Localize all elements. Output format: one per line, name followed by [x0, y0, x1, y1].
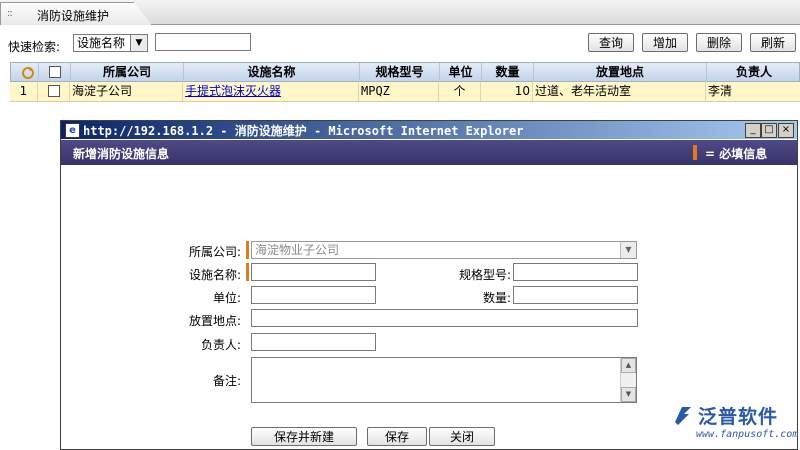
- col-quantity[interactable]: 数量: [482, 63, 534, 82]
- dialog-titlebar[interactable]: e http://192.168.1.2 - 消防设施维护 - Microsof…: [61, 121, 797, 139]
- company-select[interactable]: 海淀物业子公司 ▼: [251, 241, 637, 259]
- dialog-window-title: http://192.168.1.2 - 消防设施维护 - Microsoft …: [83, 124, 524, 138]
- dialog-header-title: 新增消防设施信息: [73, 147, 170, 161]
- maximize-icon[interactable]: □: [761, 123, 777, 138]
- location-input[interactable]: [251, 309, 638, 327]
- row-owner: 李清: [708, 84, 733, 98]
- required-legend: = 必填信息: [705, 147, 768, 161]
- dialog-header: 新增消防设施信息 = 必填信息: [61, 140, 797, 165]
- select-all-checkbox[interactable]: [48, 65, 61, 78]
- sort-icon-cell[interactable]: [11, 63, 39, 82]
- search-field-select[interactable]: 设施名称 ▼: [73, 34, 148, 52]
- tab-title: 消防设施维护: [37, 9, 110, 23]
- col-model[interactable]: 规格型号: [360, 63, 440, 82]
- col-location[interactable]: 放置地点: [534, 63, 707, 82]
- chevron-down-icon[interactable]: ▼: [620, 242, 636, 258]
- table-row[interactable]: 1 海淀子公司 手提式泡沫灭火器 MPQZ 个 10 过道、老年活动室 李清: [10, 82, 800, 102]
- tab-facility-maintenance[interactable]: :: 消防设施维护: [0, 2, 152, 25]
- company-label: 所属公司:: [188, 245, 241, 259]
- brand-logo-icon: [675, 407, 691, 425]
- row-checkbox[interactable]: [47, 84, 60, 97]
- refresh-sort-icon[interactable]: [21, 66, 35, 80]
- minimize-icon[interactable]: _: [745, 123, 761, 138]
- chevron-down-icon[interactable]: ▼: [130, 35, 147, 51]
- save-button[interactable]: 保存: [367, 427, 427, 446]
- facility-table: 所属公司 设施名称 规格型号 单位 数量 放置地点 负责人 1 海淀子公司 手提…: [10, 62, 800, 102]
- row-select-cell[interactable]: [38, 82, 70, 101]
- search-bar: 快速检索: 设施名称 ▼ 查询 增加 删除 刷新: [0, 30, 800, 58]
- delete-button[interactable]: 删除: [696, 33, 742, 52]
- row-model: MPQZ: [359, 82, 439, 101]
- brand-url: www.fanpusoft.com: [696, 429, 799, 440]
- brand-watermark: 泛普软件 www.fanpusoft.com: [668, 400, 798, 445]
- scroll-up-icon[interactable]: ▲: [621, 358, 636, 373]
- query-button[interactable]: 查询: [588, 33, 634, 52]
- required-marker-icon: [246, 241, 249, 259]
- required-marker-icon: [246, 263, 249, 281]
- model-label: 规格型号:: [458, 268, 511, 282]
- col-owner[interactable]: 负责人: [707, 63, 800, 82]
- brand-name: 泛普软件: [698, 406, 779, 428]
- unit-label: 单位:: [212, 291, 241, 305]
- scroll-down-icon[interactable]: ▼: [621, 387, 636, 402]
- select-all-cell[interactable]: [39, 63, 71, 82]
- facility-link[interactable]: 手提式泡沫灭火器: [185, 84, 281, 98]
- row-facility-link[interactable]: 手提式泡沫灭火器: [183, 82, 359, 101]
- unit-input[interactable]: [251, 286, 376, 304]
- owner-input[interactable]: [251, 333, 376, 351]
- quantity-input[interactable]: [513, 286, 638, 304]
- col-facility[interactable]: 设施名称: [184, 63, 360, 82]
- search-field-value: 设施名称: [77, 36, 126, 50]
- save-and-new-button[interactable]: 保存并新建: [251, 427, 357, 446]
- row-location: 过道、老年活动室: [533, 82, 706, 101]
- table-header: 所属公司 设施名称 规格型号 单位 数量 放置地点 负责人: [10, 62, 800, 82]
- facility-name-input[interactable]: [251, 263, 376, 281]
- add-button[interactable]: 增加: [642, 33, 688, 52]
- grip-icon: ::: [7, 8, 13, 19]
- close-button[interactable]: 关闭: [429, 427, 495, 446]
- tab-strip: :: 消防设施维护: [0, 0, 800, 25]
- row-quantity: 10: [481, 82, 533, 101]
- close-icon[interactable]: ×: [778, 123, 794, 138]
- col-unit[interactable]: 单位: [440, 63, 482, 82]
- model-input[interactable]: [513, 263, 638, 281]
- search-input[interactable]: [155, 33, 251, 51]
- row-index: 1: [10, 82, 38, 101]
- company-value: 海淀物业子公司: [255, 243, 340, 257]
- owner-label: 负责人:: [200, 338, 241, 352]
- row-unit: 个: [439, 82, 481, 101]
- col-company[interactable]: 所属公司: [71, 63, 184, 82]
- refresh-button[interactable]: 刷新: [750, 33, 796, 52]
- notes-textarea[interactable]: ▲ ▼: [251, 357, 637, 403]
- location-label: 放置地点:: [188, 314, 241, 328]
- row-company: 海淀子公司: [70, 82, 183, 101]
- facility-label: 设施名称:: [188, 268, 241, 282]
- notes-scrollbar[interactable]: ▲ ▼: [620, 358, 636, 402]
- notes-label: 备注:: [212, 374, 241, 388]
- search-label: 快速检索:: [8, 40, 61, 54]
- required-marker-icon: [693, 145, 697, 160]
- ie-icon: e: [65, 123, 80, 138]
- quantity-label: 数量:: [482, 291, 511, 305]
